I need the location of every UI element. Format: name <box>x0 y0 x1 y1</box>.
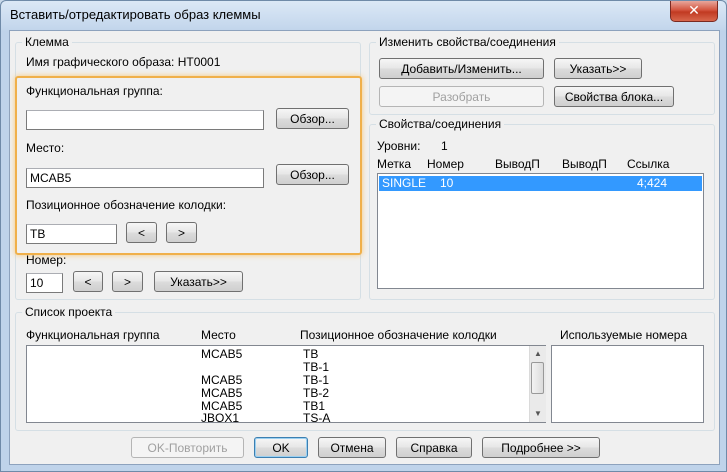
functional-group-label: Функциональная группа: <box>26 84 163 98</box>
close-button[interactable]: ✕ <box>670 1 718 22</box>
col-pin1: ВыводП <box>495 157 540 171</box>
help-button[interactable]: Справка <box>396 437 472 458</box>
graphic-name-label: Имя графического образа: HT0001 <box>26 55 221 69</box>
used-numbers-list[interactable] <box>551 345 704 423</box>
col-number: Номер <box>427 157 464 171</box>
window-title: Вставить/отредактировать образ клеммы <box>10 7 261 22</box>
levels-value: 1 <box>441 139 448 153</box>
properties-group-label: Свойства/соединения <box>376 117 505 131</box>
number-pick-button[interactable]: Указать>> <box>154 271 243 292</box>
strip-designation-label: Позиционное обозначение колодки: <box>26 198 227 212</box>
number-label: Номер: <box>26 253 67 267</box>
row-label: SINGLE <box>382 176 427 190</box>
project-col-strip: Позиционное обозначение колодки <box>300 328 497 342</box>
number-input[interactable]: 10 <box>26 273 63 293</box>
row-location: MCAB5 <box>201 386 243 400</box>
terminal-group-label: Клемма <box>22 35 72 49</box>
col-pin2: ВыводП <box>562 157 607 171</box>
scroll-thumb[interactable] <box>531 362 544 394</box>
row-strip: TB-1 <box>303 360 330 374</box>
strip-next-button[interactable]: > <box>166 222 197 243</box>
levels-label: Уровни: <box>377 139 421 153</box>
row-strip: TB-1 <box>303 373 330 387</box>
row-location: MCAB5 <box>201 347 243 361</box>
table-row[interactable]: SINGLE 10 4;424 <box>379 176 702 191</box>
list-item[interactable]: MCAB5 <box>201 386 242 400</box>
number-next-button[interactable]: > <box>112 271 143 292</box>
col-label: Метка <box>377 157 412 171</box>
disassemble-button[interactable]: Разобрать <box>379 86 544 107</box>
add-modify-button[interactable]: Добавить/Изменить... <box>379 58 544 79</box>
functional-group-input[interactable] <box>26 110 264 130</box>
modify-group-label: Изменить свойства/соединения <box>376 35 559 49</box>
project-col-used-numbers: Используемые номера <box>560 328 688 342</box>
project-list[interactable]: ▲ ▼ <box>26 345 546 423</box>
ok-repeat-button[interactable]: OK-Повторить <box>131 437 244 458</box>
col-ref: Ссылка <box>627 157 670 171</box>
scroll-down-icon[interactable]: ▼ <box>531 407 545 421</box>
location-input[interactable]: MCAB5 <box>26 168 264 188</box>
browse-functional-group-button[interactable]: Обзор... <box>276 108 349 129</box>
project-col-location: Место <box>201 328 236 342</box>
row-location: MCAB5 <box>201 373 243 387</box>
browse-location-button[interactable]: Обзор... <box>276 164 349 185</box>
cancel-button[interactable]: Отмена <box>318 437 386 458</box>
number-prev-button[interactable]: < <box>73 271 103 292</box>
connections-list[interactable]: SINGLE 10 4;424 <box>377 173 704 289</box>
project-list-group-label: Список проекта <box>22 305 116 319</box>
row-number: 10 <box>440 176 454 190</box>
strip-prev-button[interactable]: < <box>126 222 157 243</box>
list-item[interactable]: MCAB5 <box>201 347 242 361</box>
row-ref: 4;424 <box>637 176 668 190</box>
block-properties-button[interactable]: Свойства блока... <box>554 86 674 107</box>
project-list-scrollbar[interactable]: ▲ ▼ <box>529 346 546 422</box>
row-location: JBOX1 <box>201 411 240 425</box>
strip-designation-input[interactable]: TB <box>26 224 117 244</box>
list-item[interactable]: JBOX1 <box>201 411 239 425</box>
project-col-functional-group: Функциональная группа <box>26 328 160 342</box>
details-button[interactable]: Подробнее >> <box>482 437 600 458</box>
close-icon: ✕ <box>688 2 700 18</box>
row-strip: TS-A <box>303 411 331 425</box>
title-bar[interactable]: Вставить/отредактировать образ клеммы ✕ <box>1 1 726 29</box>
dialog-client-area: Клемма Имя графического образа: HT0001 Ф… <box>9 30 720 465</box>
modify-pick-button[interactable]: Указать>> <box>554 58 642 79</box>
location-label: Место: <box>26 141 65 155</box>
scroll-up-icon[interactable]: ▲ <box>531 347 545 361</box>
dialog-window: Вставить/отредактировать образ клеммы ✕ … <box>0 0 727 472</box>
list-item[interactable]: MCAB5 <box>201 373 242 387</box>
row-strip: TB-2 <box>303 386 330 400</box>
ok-button[interactable]: OK <box>254 437 308 458</box>
row-strip: TB <box>303 347 319 361</box>
